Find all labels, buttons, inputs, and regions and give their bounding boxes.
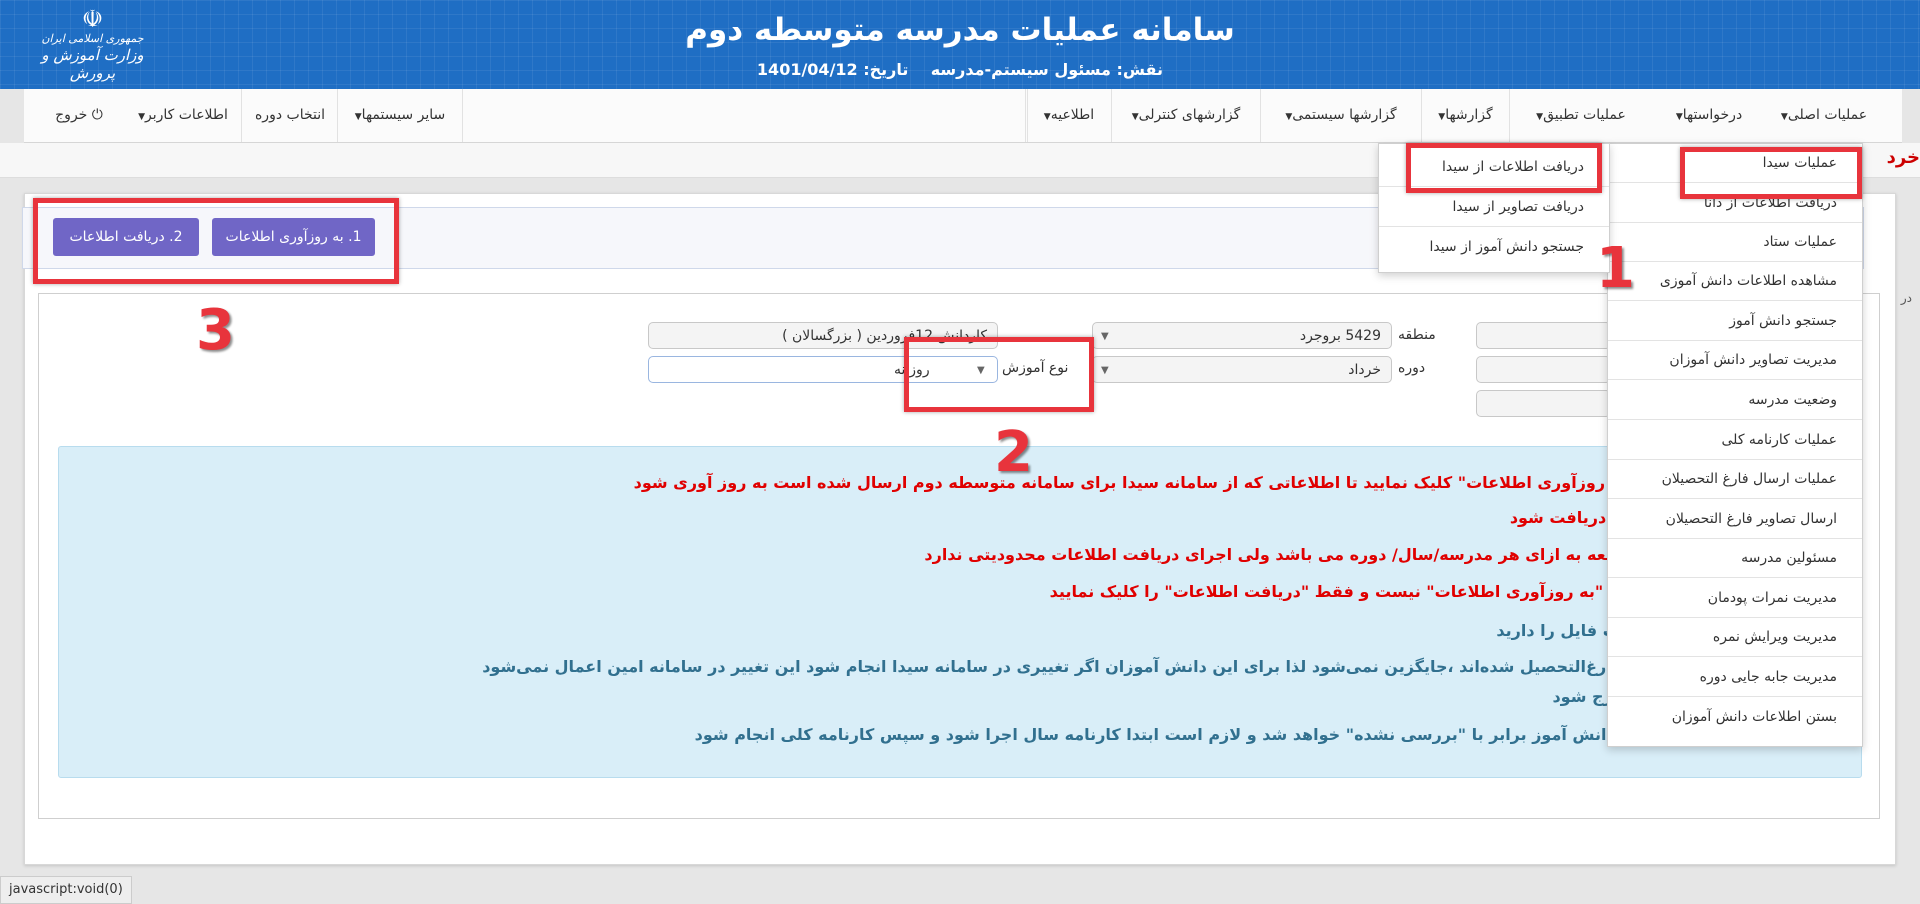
menu-item-send-graduates[interactable]: عملیات ارسال فارغ التحصیلان	[1608, 460, 1862, 499]
date-label: تاریخ: 1401/04/12	[756, 60, 909, 79]
menu-item-search-student[interactable]: جستجو دانش آموز	[1608, 302, 1862, 341]
menu-item-student-photos[interactable]: مدیریت تصاویر دانش آموزان	[1608, 341, 1862, 380]
nav-reports[interactable]: گزارشها▼	[1423, 89, 1508, 142]
menu-item-overall-report[interactable]: عملیات کارنامه کلی	[1608, 421, 1862, 460]
nav-user-info[interactable]: اطلاعات کاربر▼	[126, 89, 240, 142]
menu-item-view-student[interactable]: مشاهده اطلاعات دانش آموزی	[1608, 262, 1862, 301]
menu-item-graduate-photos[interactable]: ارسال تصاویر فارغ التحصیلان	[1608, 500, 1862, 539]
annotation-box-buttons	[33, 198, 399, 284]
caret-down-icon: ▼	[354, 112, 362, 122]
power-icon: ⏻	[91, 107, 103, 123]
dropdown-arrow-icon: ▼	[1101, 365, 1109, 376]
submenu-search-sida[interactable]: جستجو دانش آموز از سیدا	[1379, 228, 1609, 267]
breadcrumb-text: خرد	[1886, 147, 1920, 168]
bottom-right-field[interactable]	[1476, 390, 1611, 417]
mid-right-field[interactable]	[1476, 356, 1611, 383]
annotation-box-edu-type	[904, 337, 1094, 412]
menu-item-module-grades[interactable]: مدیریت نمرات پودمان	[1608, 579, 1862, 618]
nav-apply-ops[interactable]: عملیات تطبیق▼	[1511, 89, 1651, 142]
annotation-box-receive-sida	[1406, 143, 1602, 193]
dropdown-arrow-icon: ▼	[1101, 331, 1109, 342]
period-select[interactable]: خرداد ▼	[1092, 356, 1392, 383]
main-ops-menu: عملیات سیدا دریافت اطلاعات از دانا عملیا…	[1607, 143, 1863, 747]
instructions-box: ت از سامانه سیدا روی دکمه "به روزآوری اط…	[58, 446, 1862, 778]
app-title: سامانه عملیات مدرسه متوسطه دوم	[685, 12, 1235, 48]
annotation-box-sida-ops	[1680, 147, 1862, 199]
browser-status-bar: javascript:void(0)	[0, 876, 132, 904]
menu-item-close-student-data[interactable]: بستن اطلاعات دانش آموزان	[1608, 698, 1862, 737]
annotation-number-1: 1	[1596, 236, 1635, 301]
nav-control-reports[interactable]: گزارشهای کنترلی▼	[1113, 89, 1259, 142]
nav-notices[interactable]: اطلاعیه▼	[1029, 89, 1109, 142]
app-header: سامانه عملیات مدرسه متوسطه دوم نقش: مسئو…	[0, 0, 1920, 89]
side-fragment: در	[1900, 291, 1912, 305]
role-label: نقش: مسئول سیستم-مدرسه	[930, 60, 1164, 79]
caret-down-icon: ▼	[1131, 112, 1139, 122]
menu-item-school-officials[interactable]: مسئولین مدرسه	[1608, 539, 1862, 578]
nav-main-ops[interactable]: عملیات اصلی▼	[1759, 89, 1889, 142]
main-navbar: عملیات اصلی▼ درخواستها▼ عملیات تطبیق▼ گز…	[24, 89, 1902, 143]
caret-down-icon: ▼	[1043, 112, 1051, 122]
nav-select-period[interactable]: انتخاب دوره	[244, 89, 336, 142]
annotation-number-3: 3	[196, 298, 235, 363]
menu-item-edit-grades[interactable]: مدیریت ویرایش نمره	[1608, 618, 1862, 657]
nav-system-reports[interactable]: گزارشها سیستمی▼	[1262, 89, 1420, 142]
region-select[interactable]: 5429 بروجرد ▼	[1092, 322, 1392, 349]
top-right-field[interactable]	[1476, 322, 1611, 349]
menu-item-school-status[interactable]: وضعیت مدرسه	[1608, 381, 1862, 420]
logo-line-1: جمهوری اسلامی ایران	[41, 32, 144, 45]
region-value: 5429 بروجرد	[1299, 328, 1381, 344]
caret-down-icon: ▼	[1675, 112, 1683, 122]
emblem-icon: ☫	[81, 5, 104, 33]
menu-item-setad[interactable]: عملیات ستاد	[1608, 223, 1862, 262]
caret-down-icon: ▼	[1780, 112, 1788, 122]
annotation-number-2: 2	[994, 420, 1033, 485]
header-subtitle: نقش: مسئول سیستم-مدرسه تاریخ: 1401/04/12	[0, 60, 1920, 79]
caret-down-icon: ▼	[138, 112, 145, 122]
period-label: دوره	[1398, 360, 1426, 376]
submenu-photos-sida[interactable]: دریافت تصاویر از سیدا	[1379, 188, 1609, 227]
ministry-logo: ☫ جمهوری اسلامی ایران وزارت آموزش و پرور…	[30, 6, 155, 82]
nav-logout[interactable]: ⏻ خروج	[44, 89, 114, 142]
nav-requests[interactable]: درخواستها▼	[1664, 89, 1754, 142]
region-label: منطقه	[1398, 327, 1436, 343]
menu-item-period-transfer[interactable]: مدیریت جابه جایی دوره	[1608, 658, 1862, 697]
logo-line-2: وزارت آموزش و پرورش	[41, 46, 144, 82]
nav-other-systems[interactable]: سایر سیستمها▼	[340, 89, 460, 142]
period-value: خرداد	[1348, 362, 1381, 378]
